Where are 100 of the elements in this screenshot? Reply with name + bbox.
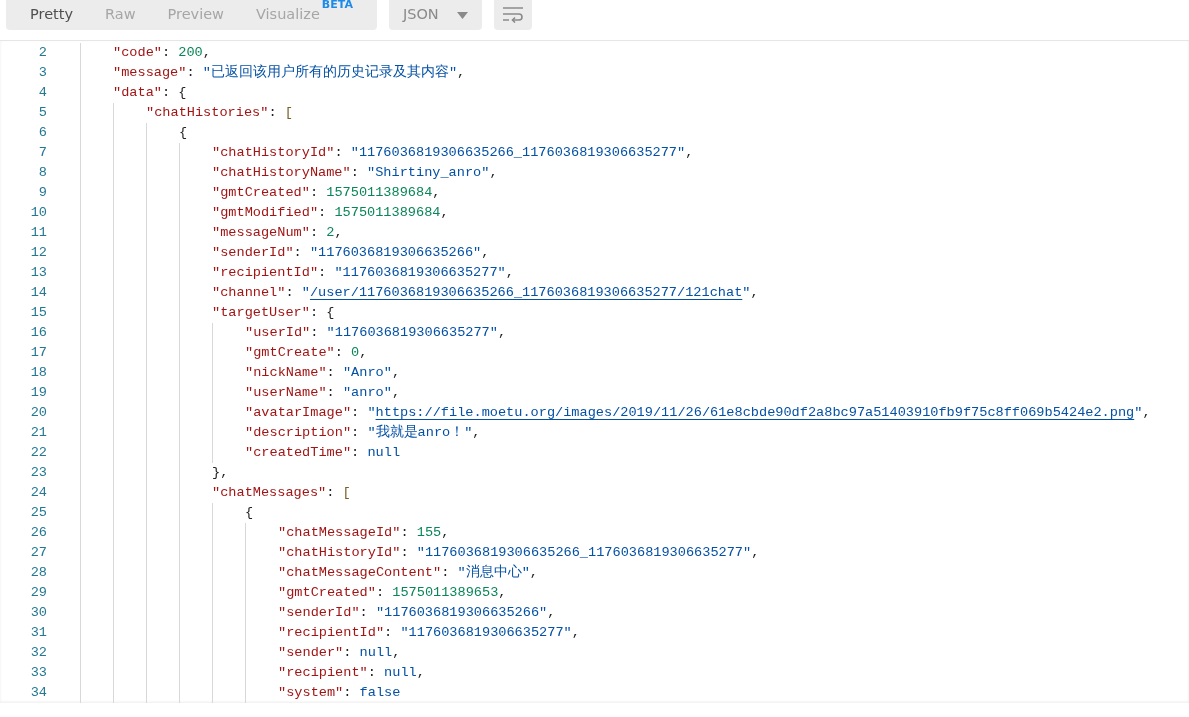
colon: : [351, 424, 360, 442]
line-number: 8 [37, 164, 47, 182]
colon: : [343, 644, 352, 662]
colon: : [186, 64, 195, 82]
json-key: "recipientId" [278, 623, 385, 643]
view-tab[interactable]: Pretty [14, 0, 89, 26]
comma: , [440, 204, 449, 222]
line-number: 16 [29, 324, 47, 342]
json-value: "已返回该用户所有的历史记录及其内容" [202, 63, 458, 82]
view-tab[interactable]: Raw [89, 0, 152, 26]
line-number: 11 [29, 224, 47, 242]
colon: : [293, 244, 302, 262]
json-key: "gmtModified" [212, 203, 319, 223]
line-number: 9 [37, 184, 47, 202]
comma: , [202, 44, 211, 62]
json-value: null [359, 644, 393, 662]
colon: : [326, 384, 335, 402]
json-key: "gmtCreated" [212, 183, 310, 203]
colon: : [400, 544, 409, 562]
comma: , [359, 344, 368, 362]
json-value: 0 [351, 344, 360, 362]
url-link[interactable]: https://file.moetu.org/images/2019/11/26/61e8cbde90df2a8bc97a51403910fb9f75c8ff069b5424e2.png [375, 403, 1135, 423]
line-number: 3 [37, 64, 47, 82]
colon: : [334, 344, 343, 362]
bracket: { [245, 504, 254, 522]
json-value: "1176036819306635277" [334, 264, 506, 282]
line-number: 30 [29, 604, 47, 622]
json-key: "recipientId" [212, 263, 319, 283]
line-number: 15 [29, 304, 47, 322]
json-key: "data" [113, 83, 162, 103]
comma: , [392, 644, 401, 662]
comma: , [751, 544, 760, 562]
colon: : [309, 304, 319, 322]
json-key: "chatHistoryName" [212, 163, 351, 183]
comma: , [498, 584, 507, 602]
json-value: "消息中心" [457, 563, 530, 582]
colon: : [351, 404, 360, 422]
colon: : [326, 364, 335, 382]
caret-icon [456, 11, 468, 19]
json-key: "gmtCreated" [278, 583, 376, 603]
json-value: 200 [178, 44, 203, 62]
colon: : [343, 684, 352, 702]
json-value: "1176036819306635266" [375, 604, 548, 622]
comma: , [472, 424, 481, 442]
comma: , [457, 64, 466, 82]
json-key: "channel" [212, 283, 286, 303]
line-number: 31 [29, 624, 47, 642]
wrap-lines-button[interactable] [493, 0, 532, 30]
line-number: 23 [29, 464, 47, 482]
bracket: { [326, 304, 335, 322]
colon: : [161, 84, 171, 102]
quote-mark: " [742, 284, 751, 302]
json-value: "1176036819306635266_1176036819306635277" [416, 544, 752, 562]
comma: , [1142, 404, 1151, 422]
url-link[interactable]: /user/1176036819306635266_1176036819306635277/121chat [309, 283, 743, 303]
comma: , [334, 224, 343, 242]
colon: : [334, 144, 343, 162]
json-key: "description" [245, 423, 352, 443]
json-key: "chatHistories" [146, 103, 269, 123]
json-value: 1575011389684 [334, 204, 441, 222]
colon: : [441, 564, 450, 582]
wrap-lines-icon [501, 6, 524, 23]
json-key: "code" [113, 43, 162, 63]
json-key: "recipient" [278, 663, 368, 683]
json-key: "chatMessages" [212, 483, 327, 503]
line-number: 4 [37, 84, 47, 102]
comma: , [505, 264, 514, 282]
json-key: "nickName" [245, 363, 327, 383]
view-tab[interactable]: Preview [151, 0, 240, 26]
line-number: 13 [29, 264, 47, 282]
json-key: "chatHistoryId" [212, 143, 335, 163]
json-value: 2 [326, 224, 335, 242]
comma: , [441, 524, 450, 542]
line-number: 24 [29, 484, 47, 502]
json-value: "Shirtiny_anro" [367, 164, 490, 182]
json-key: "message" [113, 63, 187, 83]
json-key: "avatarImage" [245, 403, 352, 423]
line-number: 14 [29, 284, 47, 302]
comma: , [416, 664, 425, 682]
line-number: 2 [37, 44, 47, 62]
line-number: 20 [29, 404, 47, 422]
json-value: null [367, 444, 401, 462]
line-number: 25 [29, 504, 47, 522]
view-tab[interactable]: Visualize $^{BETA}$ [240, 0, 369, 26]
line-number: 27 [29, 544, 47, 562]
comma: , [391, 384, 401, 402]
comma: , [547, 604, 556, 622]
comma: , [220, 464, 229, 482]
line-number: 26 [29, 524, 47, 542]
quote-mark: " [1134, 404, 1143, 422]
line-number: 28 [29, 564, 47, 582]
bracket: [ [342, 484, 351, 502]
format-dropdown[interactable]: JSON [388, 0, 482, 30]
colon: : [359, 604, 368, 622]
line-number: 12 [29, 244, 47, 262]
comma: , [489, 164, 498, 182]
json-value: 1575011389684 [326, 184, 433, 202]
json-value: "我就是anro！" [367, 423, 473, 442]
json-value: "anro" [342, 384, 392, 402]
quote-mark: " [367, 404, 376, 422]
